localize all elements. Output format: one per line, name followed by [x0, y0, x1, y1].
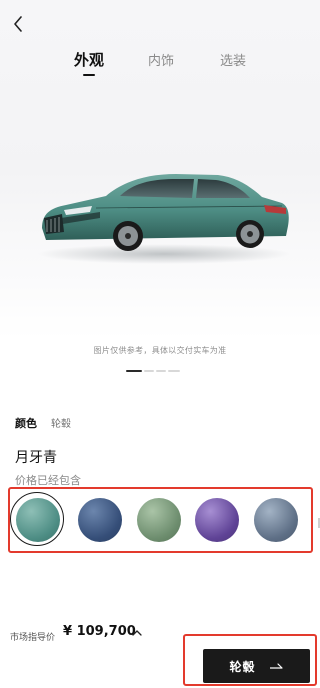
- tab-interior[interactable]: 内饰: [148, 50, 174, 69]
- color-swatch-slate-blue-gray[interactable]: [254, 498, 298, 542]
- next-step-button[interactable]: 轮毂: [203, 649, 310, 683]
- arrow-right-icon: [269, 663, 283, 669]
- price-included-note: 价格已经包含: [15, 474, 81, 487]
- gallery-pager: [126, 370, 186, 372]
- selected-color-name: 月牙青: [15, 450, 57, 466]
- color-swatch-navy-blue[interactable]: [78, 498, 122, 542]
- price-label: 市场指导价: [10, 633, 56, 643]
- price-value[interactable]: ¥ 109,700: [63, 624, 136, 639]
- pager-dot[interactable]: [168, 370, 180, 372]
- view-tabs: 外观 内饰 选装: [0, 50, 320, 80]
- next-step-label: 轮毂: [229, 659, 256, 674]
- color-swatch-sage-green[interactable]: [137, 498, 181, 542]
- tab-exterior[interactable]: 外观: [74, 49, 104, 70]
- chevron-up-icon[interactable]: [131, 628, 143, 638]
- pager-dot-active[interactable]: [126, 370, 142, 372]
- tab-color[interactable]: 颜色: [15, 415, 37, 431]
- color-swatch-teal[interactable]: [10, 492, 64, 546]
- chevron-left-icon: [14, 16, 22, 32]
- back-button[interactable]: [8, 12, 28, 36]
- image-disclaimer: 图片仅供参考，具体以交付实车为准: [93, 346, 227, 355]
- tab-options[interactable]: 选装: [220, 50, 246, 69]
- color-swatch-purple[interactable]: [195, 498, 239, 542]
- pager-dot[interactable]: [144, 370, 154, 372]
- car-image[interactable]: [36, 150, 292, 270]
- active-tab-indicator: [83, 74, 95, 76]
- pager-dot[interactable]: [156, 370, 166, 372]
- tab-wheel[interactable]: 轮毂: [51, 415, 71, 430]
